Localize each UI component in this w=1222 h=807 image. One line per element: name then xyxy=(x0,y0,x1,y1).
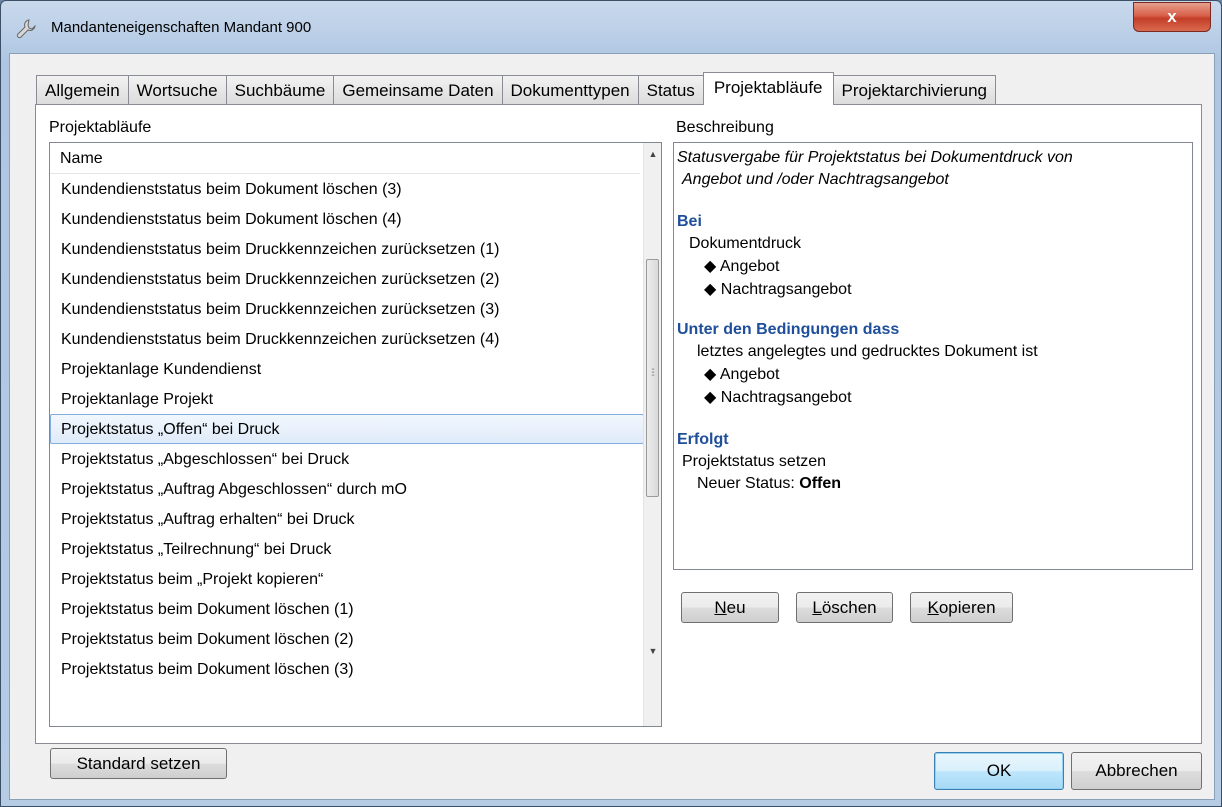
kopieren-button[interactable]: Kopieren xyxy=(910,592,1013,623)
window-title: Mandanteneigenschaften Mandant 900 xyxy=(51,19,312,36)
list-item[interactable]: Projektstatus „Offen“ bei Druck xyxy=(50,414,644,444)
list-item[interactable]: Projektstatus „Auftrag Abgeschlossen“ du… xyxy=(50,474,644,504)
tab-wortsuche[interactable]: Wortsuche xyxy=(127,75,227,104)
conditions-list: ◆ Angebot ◆ Nachtragsangebot xyxy=(677,363,1192,409)
bei-item: ◆ Angebot xyxy=(704,258,780,275)
bei-item: ◆ Nachtragsangebot xyxy=(704,281,852,298)
standard-setzen-button[interactable]: Standard setzen xyxy=(50,748,227,779)
bei-heading: Bei xyxy=(677,213,702,230)
dialog-client: Allgemein Wortsuche Suchbäume Gemeinsame Da… xyxy=(9,53,1215,800)
list-item[interactable]: Projektstatus beim Dokument löschen (1) xyxy=(50,594,644,624)
list-item[interactable]: Projektstatus „Teilrechnung“ bei Druck xyxy=(50,534,644,564)
tab-status[interactable]: Status xyxy=(637,75,704,104)
bei-text: Dokumentdruck xyxy=(689,235,802,252)
tab-allgemein[interactable]: Allgemein xyxy=(36,75,129,104)
list-item[interactable]: Projektstatus beim „Projekt kopieren“ xyxy=(50,564,644,594)
list-item[interactable]: Projektstatus „Abgeschlossen“ bei Druck xyxy=(50,444,644,474)
neu-button[interactable]: Neu xyxy=(681,592,779,623)
list-item[interactable]: Kundendienststatus beim Dokument löschen… xyxy=(50,204,644,234)
bullet-icon: ◆ xyxy=(704,258,717,275)
close-button[interactable]: x xyxy=(1133,2,1211,32)
description-box: Statusvergabe für Projektstatus bei Doku… xyxy=(673,142,1193,570)
scrollbar-thumb[interactable]: --- xyxy=(646,259,659,497)
projektablaeufe-list[interactable]: Name Kundendienststatus beim Dokument lö… xyxy=(49,142,662,727)
tab-projektarchivierung[interactable]: Projektarchivierung xyxy=(832,75,997,104)
condition-item: ◆ Nachtragsangebot xyxy=(704,389,852,406)
cancel-button[interactable]: Abbrechen xyxy=(1071,752,1202,790)
wrench-icon xyxy=(16,19,36,39)
new-status-label: Neuer Status: xyxy=(697,475,795,492)
bei-list: ◆ Angebot ◆ Nachtragsangebot xyxy=(677,255,1192,301)
new-status-line: Neuer Status: Offen xyxy=(677,473,1192,495)
ok-button[interactable]: OK xyxy=(934,752,1064,790)
loeschen-button[interactable]: Löschen xyxy=(796,592,893,623)
conditions-heading: Unter den Bedingungen dass xyxy=(677,321,900,338)
intro-line-1: Statusvergabe für Projektstatus bei Doku… xyxy=(677,149,1073,166)
close-icon: x xyxy=(1167,7,1177,26)
beschreibung-group-label: Beschreibung xyxy=(676,119,774,136)
intro-line-2: Angebot und /oder Nachtragsangebot xyxy=(682,171,949,188)
tab-strip: Allgemein Wortsuche Suchbäume Gemeinsame Da… xyxy=(36,72,997,105)
list-item[interactable]: Kundendienststatus beim Druckkennzeichen… xyxy=(50,264,644,294)
dialog-window: Mandanteneigenschaften Mandant 900 x All… xyxy=(0,0,1222,807)
erfolgt-text: Projektstatus setzen xyxy=(682,453,827,470)
list-item[interactable]: Projektstatus „Auftrag erhalten“ bei Dru… xyxy=(50,504,644,534)
list-item[interactable]: Projektanlage Projekt xyxy=(50,384,644,414)
tab-panel-projektablaeufe: Projektabläufe Name Kundendienststatus b… xyxy=(35,104,1202,779)
title-bar[interactable]: Mandanteneigenschaften Mandant 900 x xyxy=(1,1,1221,53)
tab-gemeinsame-daten[interactable]: Gemeinsame Daten xyxy=(333,75,503,104)
bullet-icon: ◆ xyxy=(704,389,717,406)
scroll-up-icon[interactable]: ▲ xyxy=(644,145,661,163)
list-item[interactable]: Projektstatus beim Dokument löschen (2) xyxy=(50,624,644,654)
conditions-text: letztes angelegtes und gedrucktes Dokume… xyxy=(697,343,1038,360)
column-header-name[interactable]: Name xyxy=(50,143,640,174)
vertical-scrollbar[interactable]: ▲ --- ▼ xyxy=(643,143,661,726)
erfolgt-heading: Erfolgt xyxy=(677,431,729,448)
list-item[interactable]: Kundendienststatus beim Dokument löschen… xyxy=(50,174,644,204)
tab-suchbäume[interactable]: Suchbäume xyxy=(225,75,335,104)
tab-dokumenttypen[interactable]: Dokumenttypen xyxy=(501,75,639,104)
list-item[interactable]: Kundendienststatus beim Druckkennzeichen… xyxy=(50,294,644,324)
projektablaeufe-group-label: Projektabläufe xyxy=(49,119,152,136)
scroll-down-icon[interactable]: ▼ xyxy=(644,642,661,660)
list-item[interactable]: Kundendienststatus beim Druckkennzeichen… xyxy=(50,324,644,354)
grip-icon: --- xyxy=(651,364,655,381)
list-items: Kundendienststatus beim Dokument löschen… xyxy=(50,174,644,684)
new-status-value: Offen xyxy=(799,475,842,492)
list-item[interactable]: Kundendienststatus beim Druckkennzeichen… xyxy=(50,234,644,264)
list-item[interactable]: Projektstatus beim Dokument löschen (3) xyxy=(50,654,644,684)
tab-projektabläufe[interactable]: Projektabläufe xyxy=(702,72,834,105)
condition-item: ◆ Angebot xyxy=(704,366,780,383)
bullet-icon: ◆ xyxy=(704,366,717,383)
bullet-icon: ◆ xyxy=(704,281,717,298)
list-item[interactable]: Projektanlage Kundendienst xyxy=(50,354,644,384)
description-intro: Statusvergabe für Projektstatus bei Doku… xyxy=(677,147,1192,191)
